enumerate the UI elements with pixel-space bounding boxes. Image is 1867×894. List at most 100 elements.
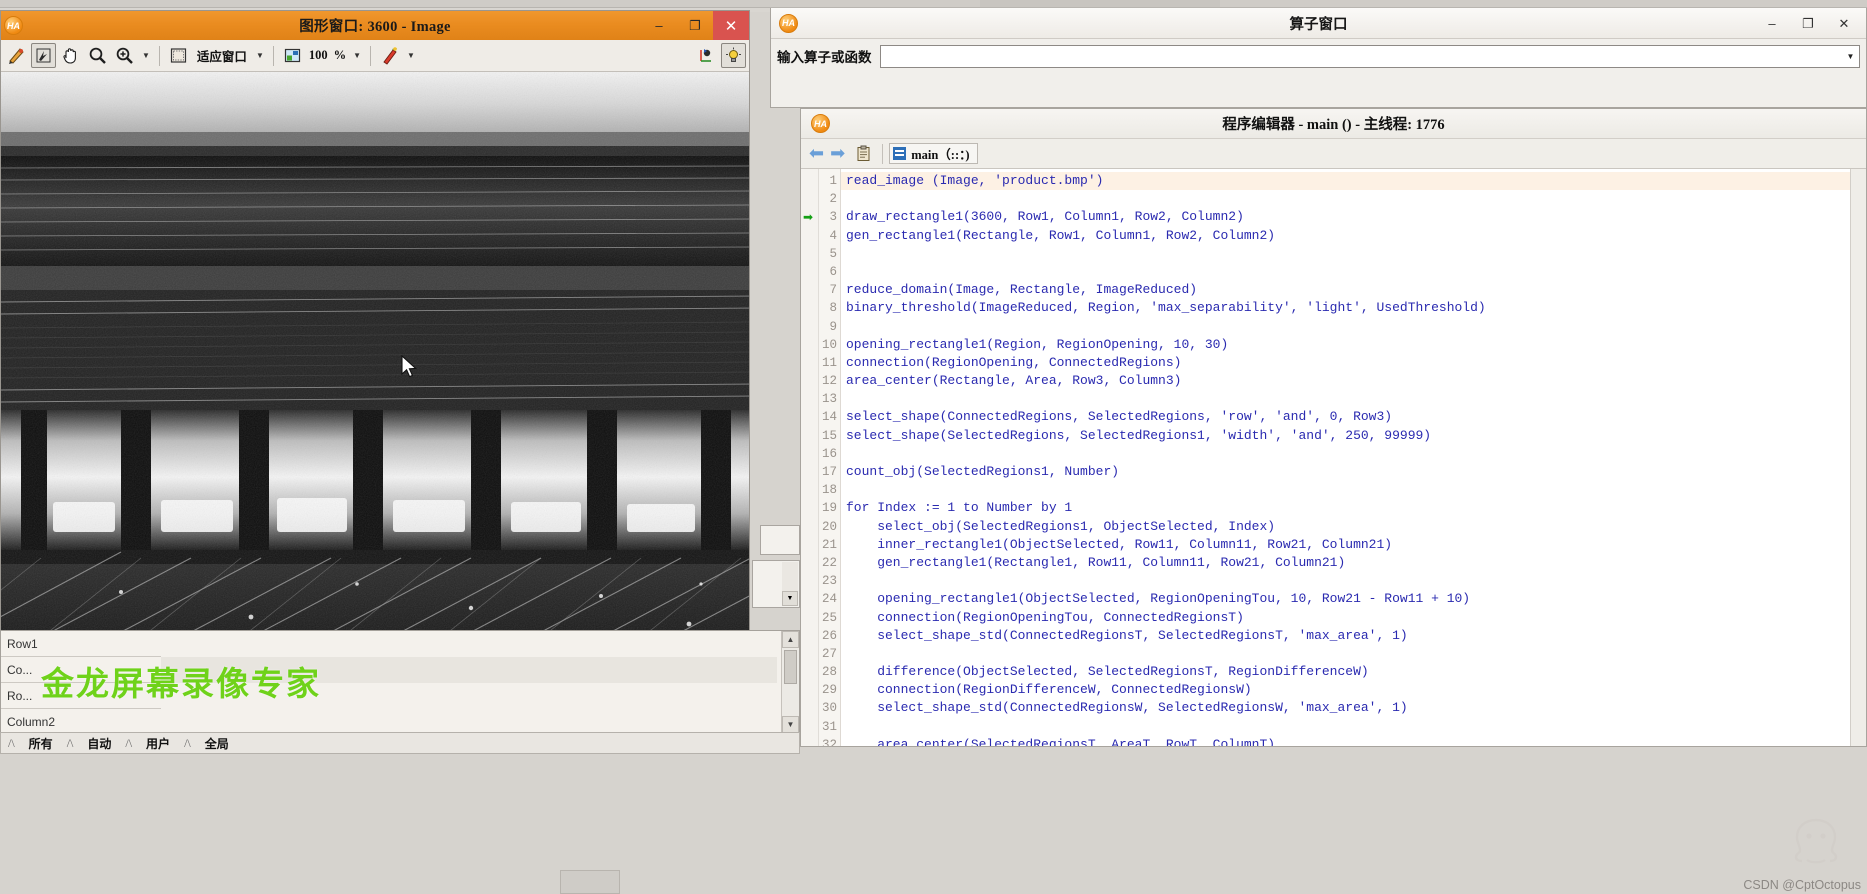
program-editor-toolbar: ⬅ ➡ main（::：) [801,139,1866,169]
scroll-up-icon[interactable]: ▲ [782,631,799,648]
code-line[interactable]: binary_threshold(ImageReduced, Region, '… [841,299,1866,317]
maximize-button[interactable]: ❐ [677,11,713,40]
variable-row[interactable]: Column2 [1,709,161,733]
minimize-button[interactable]: – [641,11,677,40]
insert-code-icon[interactable] [694,43,719,68]
zoom-level-icon[interactable] [280,43,305,68]
close-button[interactable]: ✕ [713,11,749,40]
code-line[interactable] [841,263,1866,281]
code-line[interactable] [841,318,1866,336]
clipboard-icon[interactable] [851,141,876,166]
code-line[interactable]: difference(ObjectSelected, SelectedRegio… [841,663,1866,681]
code-line[interactable]: select_shape_std(ConnectedRegionsT, Sele… [841,627,1866,645]
operator-input[interactable]: ▼ [879,44,1860,68]
lamp-settings-icon[interactable] [721,43,746,68]
code-line[interactable]: connection(RegionOpening, ConnectedRegio… [841,354,1866,372]
code-line[interactable] [841,245,1866,263]
fragment-scrollbar[interactable]: ▼ [782,562,798,606]
zoom-percent-value[interactable]: 100 [307,48,330,63]
graphics-window-titlebar[interactable]: HA 图形窗口: 3600 - Image – ❐ ✕ [1,11,749,40]
draw-mode-icon[interactable] [4,43,29,68]
code-line[interactable] [841,572,1866,590]
code-line[interactable]: select_shape(ConnectedRegions, SelectedR… [841,408,1866,426]
line-number: 24 [821,592,837,607]
line-number: 3 [829,210,837,225]
code-editor[interactable]: ➡ 1 2 3 4 5 6 7 8 9 10 11 12 13 14 15 16 17 18 19 20 21 22 23 2… [801,169,1866,746]
variable-row[interactable]: Row1 [1,631,161,657]
line-number: 10 [821,337,837,352]
code-line[interactable]: area_center(SelectedRegionsT, AreaT, Row… [841,736,1866,746]
status-item-global[interactable]: 全局 [198,733,236,753]
breakpoint-margin[interactable]: ➡ [801,169,819,746]
code-line[interactable]: select_shape(SelectedRegions, SelectedRe… [841,427,1866,445]
status-item-user[interactable]: 用户 [139,733,177,753]
code-line[interactable] [841,481,1866,499]
status-slash-4: /\ [184,735,191,750]
fragment-scroll-down-icon[interactable]: ▼ [782,591,798,606]
execution-pointer-icon: ➡ [803,210,814,224]
code-line[interactable]: select_obj(SelectedRegions1, ObjectSelec… [841,518,1866,536]
line-number: 8 [829,301,837,316]
operator-input-label: 输入算子或函数 [777,50,872,65]
code-scrollbar[interactable] [1850,169,1866,746]
product-image [1,72,749,638]
toolbar-separator [158,45,160,66]
graphics-canvas[interactable] [1,72,749,638]
close-button[interactable]: ✕ [1826,12,1862,36]
code-line[interactable] [841,645,1866,663]
code-line[interactable]: draw_rectangle1(3600, Row1, Column1, Row… [841,208,1866,226]
program-editor-titlebar[interactable]: HA 程序编辑器 - main () - 主线程: 1776 [801,109,1866,139]
operator-input-dropdown-icon[interactable]: ▼ [1842,46,1859,67]
zoom-dropdown-caret-icon[interactable]: ▼ [139,51,153,60]
line-number: 6 [829,264,837,279]
line-number: 7 [829,283,837,298]
code-line[interactable]: connection(RegionDifferenceW, ConnectedR… [841,681,1866,699]
code-line[interactable]: read_image (Image, 'product.bmp') [841,172,1866,191]
maximize-button[interactable]: ❐ [1790,12,1826,36]
code-line[interactable]: area_center(Rectangle, Area, Row3, Colum… [841,372,1866,390]
code-lines[interactable]: read_image (Image, 'product.bmp') draw_re… [841,169,1866,746]
scroll-down-icon[interactable]: ▼ [782,716,799,733]
code-line[interactable]: gen_rectangle1(Rectangle, Row1, Column1,… [841,227,1866,245]
fit-window-dropdown-caret-icon[interactable]: ▼ [253,51,267,60]
code-line[interactable] [841,718,1866,736]
variable-panel[interactable]: Row1 Co... Ro... Column2 金龙屏幕录像专家 ▲ ▼ [0,630,800,734]
fit-window-label[interactable]: 适应窗口 [193,46,251,65]
zoom-icon[interactable] [85,43,110,68]
variable-panel-scrollbar[interactable]: ▲ ▼ [781,631,799,733]
code-line[interactable]: connection(RegionOpeningTou, ConnectedRe… [841,609,1866,627]
app-root: HA 图形窗口: 3600 - Image – ❐ ✕ ▼ 适应窗口 ▼ 100… [0,0,1867,894]
magic-wand-icon[interactable] [31,43,56,68]
code-line[interactable]: inner_rectangle1(ObjectSelected, Row11, … [841,536,1866,554]
floating-scroll-fragment: ▼ [752,560,800,608]
scrollbar-thumb[interactable] [784,650,797,684]
zoom-percent-caret-icon[interactable]: ▼ [350,51,364,60]
code-line[interactable] [841,390,1866,408]
fit-window-icon[interactable] [166,43,191,68]
navigate-back-icon[interactable]: ⬅ [809,143,824,164]
code-line[interactable]: count_obj(SelectedRegions1, Number) [841,463,1866,481]
procedure-icon [893,147,907,160]
code-line[interactable] [841,445,1866,463]
procedure-tab-main[interactable]: main（::：) [889,143,978,164]
zoom-in-icon[interactable] [112,43,137,68]
code-line[interactable] [841,190,1866,208]
operator-window-titlebar[interactable]: HA 算子窗口 – ❐ ✕ [771,8,1866,39]
navigate-forward-icon[interactable]: ➡ [830,143,845,164]
line-number: 22 [821,555,837,570]
code-line[interactable]: for Index := 1 to Number by 1 [841,499,1866,517]
code-line[interactable]: gen_rectangle1(Rectangle1, Row11, Column… [841,554,1866,572]
zoom-percent-unit: % [333,48,347,62]
line-number: 16 [821,446,837,461]
color-pen-icon[interactable] [377,43,402,68]
status-item-all[interactable]: 所有 [22,733,60,753]
color-pen-caret-icon[interactable]: ▼ [404,51,418,60]
code-line[interactable]: opening_rectangle1(Region, RegionOpening… [841,336,1866,354]
code-line[interactable]: reduce_domain(Image, Rectangle, ImageRed… [841,281,1866,299]
code-line[interactable]: opening_rectangle1(ObjectSelected, Regio… [841,590,1866,608]
status-separator-icon-3: /\ [118,733,139,753]
status-item-auto[interactable]: 自动 [80,733,118,753]
minimize-button[interactable]: – [1754,12,1790,36]
pan-hand-icon[interactable] [58,43,83,68]
code-line[interactable]: select_shape_std(ConnectedRegionsW, Sele… [841,699,1866,717]
